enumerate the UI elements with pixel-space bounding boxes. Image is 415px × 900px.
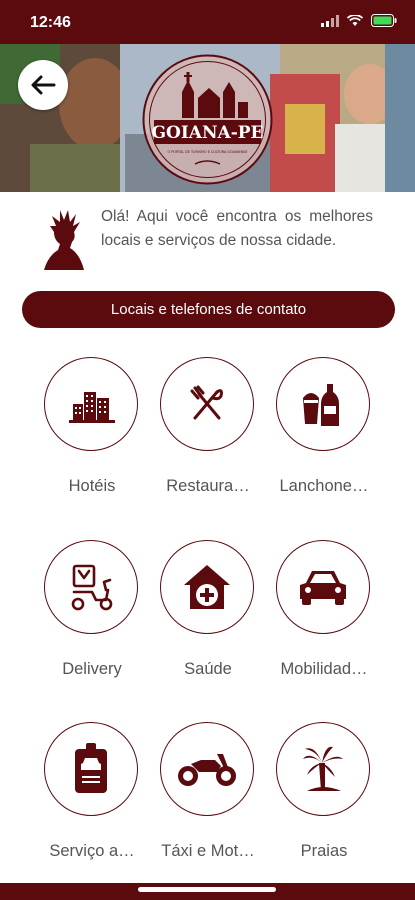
battery-icon bbox=[371, 14, 397, 27]
category-beaches[interactable]: Praias bbox=[259, 722, 389, 872]
category-taxi-moto[interactable]: Táxi e Mot… bbox=[143, 722, 273, 872]
restaurant-icon bbox=[190, 385, 223, 420]
wifi-icon bbox=[347, 14, 363, 26]
category-label: Táxi e Mot… bbox=[161, 842, 255, 860]
category-snack-bars[interactable]: Lanchone… bbox=[259, 357, 389, 507]
status-time: 12:46 bbox=[30, 14, 71, 31]
category-hotels[interactable]: Hotéis bbox=[27, 357, 157, 507]
category-circle bbox=[44, 722, 138, 816]
contact-list-label: Locais e telefones de contato bbox=[110, 301, 307, 318]
category-label: Mobilidad… bbox=[280, 660, 368, 678]
home-indicator[interactable] bbox=[138, 887, 276, 892]
category-circle bbox=[276, 722, 370, 816]
health-icon bbox=[184, 565, 230, 609]
category-circle bbox=[160, 540, 254, 634]
category-circle bbox=[276, 540, 370, 634]
category-circle bbox=[44, 540, 138, 634]
indigenous-figure-icon bbox=[44, 210, 84, 270]
delivery-icon bbox=[71, 564, 113, 611]
back-button[interactable] bbox=[18, 60, 68, 110]
category-circle bbox=[276, 357, 370, 451]
category-services[interactable]: Serviço a… bbox=[27, 722, 157, 872]
category-label: Delivery bbox=[62, 660, 122, 678]
logo-subtitle: O PORTAL DE TURISMO E CULTURA GOIANENSE bbox=[167, 150, 247, 154]
motorcycle-icon bbox=[178, 754, 236, 786]
arrow-left-icon bbox=[31, 75, 56, 95]
goiana-logo: GOIANA-PE O PORTAL DE TURISMO E CULTURA … bbox=[140, 52, 275, 187]
palm-tree-icon bbox=[303, 746, 343, 791]
id-badge-icon bbox=[75, 743, 107, 793]
category-label: Restaura… bbox=[166, 477, 250, 495]
category-label: Hotéis bbox=[68, 477, 116, 495]
car-icon bbox=[300, 571, 346, 605]
category-mobility[interactable]: Mobilidad… bbox=[259, 540, 389, 690]
category-delivery[interactable]: Delivery bbox=[27, 540, 157, 690]
goiana-logo-seal: GOIANA-PE O PORTAL DE TURISMO E CULTURA … bbox=[142, 54, 273, 185]
intro-section: Olá! Aqui você encontra os melhores loca… bbox=[40, 205, 380, 275]
logo-title: GOIANA-PE bbox=[152, 123, 264, 143]
category-circle bbox=[160, 722, 254, 816]
hotel-icon bbox=[69, 392, 115, 423]
contact-list-button[interactable]: Locais e telefones de contato bbox=[22, 291, 395, 328]
category-label: Lanchone… bbox=[279, 477, 369, 495]
status-bar: 12:46 bbox=[0, 0, 415, 44]
category-restaurants[interactable]: Restaura… bbox=[143, 357, 273, 507]
category-circle bbox=[44, 357, 138, 451]
category-label: Saúde bbox=[184, 660, 232, 678]
category-health[interactable]: Saúde bbox=[143, 540, 273, 690]
status-icons bbox=[321, 14, 397, 27]
category-label: Praias bbox=[300, 842, 348, 860]
intro-text: Olá! Aqui você encontra os melhores loca… bbox=[101, 208, 373, 249]
category-label: Serviço a… bbox=[49, 842, 135, 860]
signal-icon bbox=[321, 14, 339, 27]
snack-bar-icon bbox=[303, 384, 339, 426]
category-circle bbox=[160, 357, 254, 451]
